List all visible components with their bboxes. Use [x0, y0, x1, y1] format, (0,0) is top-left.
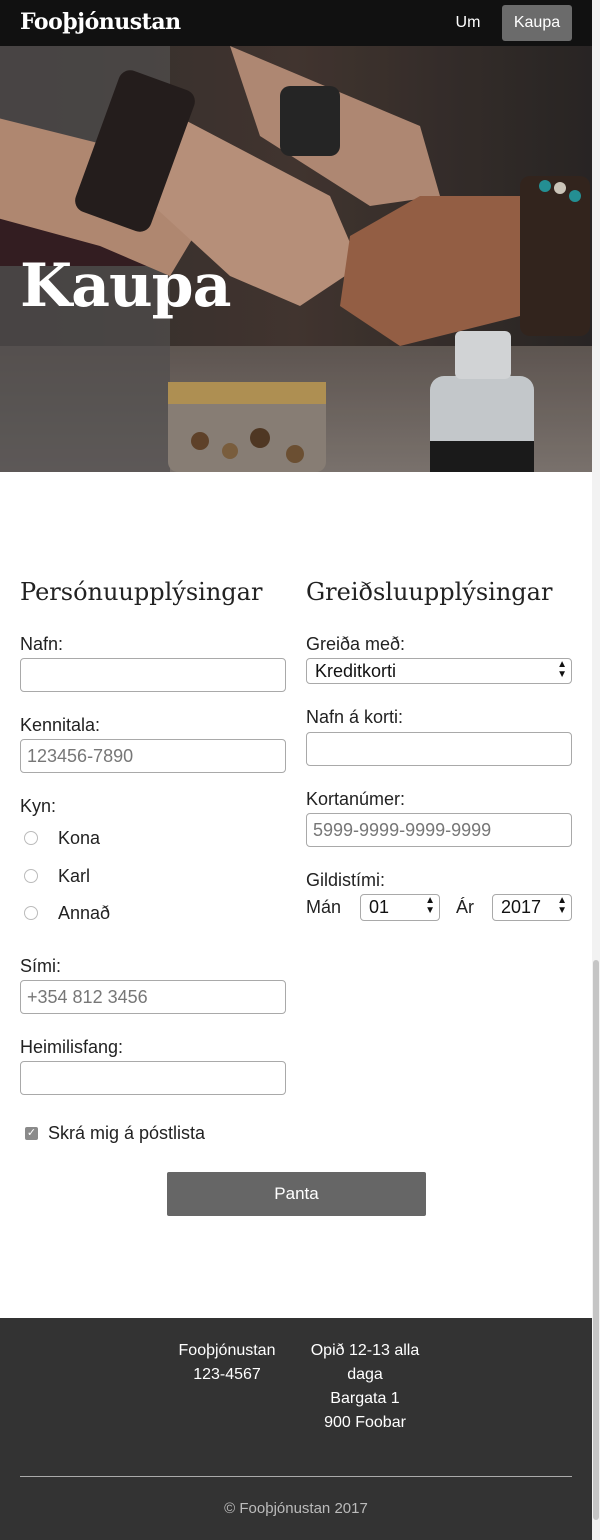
payment-method-select[interactable]: Kreditkorti ▲ ▼ [306, 658, 572, 684]
card-name-input[interactable] [306, 732, 572, 766]
gender-option-label: Kona [58, 828, 101, 848]
footer-divider [20, 1476, 572, 1477]
name-label: Nafn: [20, 634, 64, 654]
brand-logo[interactable]: Fooþjónustan [20, 9, 181, 35]
nav-link-kaupa[interactable]: Kaupa [502, 5, 572, 41]
footer-company: Fooþjónustan [178, 1342, 276, 1359]
month-select[interactable]: 01 ▲ ▼ [360, 894, 440, 921]
page: Fooþjónustan Um Kaupa Kaupa Persónuupplý… [0, 0, 592, 1540]
footer: Fooþjónustan 123-4567 Opið 12-13 alla da… [0, 1318, 592, 1540]
scrollbar[interactable] [592, 0, 600, 1540]
card-name-label: Nafn á korti: [306, 707, 404, 727]
scrollbar-thumb[interactable] [593, 960, 599, 1520]
kennitala-label: Kennitala: [20, 715, 101, 735]
year-label: Ár [456, 897, 474, 917]
hero-banner: Kaupa [0, 46, 592, 472]
name-input[interactable] [20, 658, 286, 692]
footer-info: Opið 12-13 alla daga Bargata 1 900 Fooba… [300, 1339, 430, 1435]
gender-radio-annad[interactable] [24, 906, 38, 920]
page-title: Kaupa [20, 251, 231, 321]
footer-hours: Opið 12-13 alla [310, 1342, 420, 1359]
payment-method-value: Kreditkorti [315, 661, 397, 681]
kennitala-input[interactable] [20, 739, 286, 773]
phone-input[interactable] [20, 980, 286, 1014]
select-arrows-icon: ▲ ▼ [557, 895, 567, 916]
card-number-label: Kortanúmer: [306, 789, 406, 809]
address-label: Heimilisfang: [20, 1037, 124, 1057]
order-button[interactable]: Panta [167, 1172, 426, 1216]
gender-radio-karl[interactable] [24, 869, 38, 883]
payment-method-label: Greiða með: [306, 634, 406, 654]
phone-label: Sími: [20, 956, 62, 976]
year-value: 2017 [501, 897, 542, 917]
gender-option-label: Karl [58, 866, 91, 886]
address-input[interactable] [20, 1061, 286, 1095]
footer-contact: Fooþjónustan 123-4567 [168, 1339, 286, 1387]
expiry-label: Gildistími: [306, 870, 386, 890]
footer-city: 900 Foobar [324, 1414, 406, 1431]
personal-info-heading: Persónuupplýsingar [20, 578, 263, 606]
month-value: 01 [369, 897, 390, 917]
gender-option-label: Annað [58, 903, 111, 923]
newsletter-checkbox[interactable]: ✓ [25, 1127, 38, 1140]
navbar: Fooþjónustan Um Kaupa [0, 0, 592, 46]
month-label: Mán [306, 897, 342, 917]
nav-link-um[interactable]: Um [444, 5, 492, 41]
gender-radio-kona[interactable] [24, 831, 38, 845]
year-select[interactable]: 2017 ▲ ▼ [492, 894, 572, 921]
select-arrows-icon: ▲ ▼ [557, 659, 567, 680]
payment-info-heading: Greiðsluupplýsingar [306, 578, 553, 606]
footer-copyright: © Fooþjónustan 2017 [224, 1500, 368, 1517]
gender-label: Kyn: [20, 796, 57, 816]
select-arrows-icon: ▲ ▼ [425, 895, 435, 916]
footer-street: Bargata 1 [330, 1390, 400, 1407]
newsletter-label: Skrá mig á póstlista [48, 1123, 206, 1143]
footer-hours-cont: daga [347, 1366, 383, 1383]
footer-phone[interactable]: 123-4567 [168, 1363, 286, 1387]
card-number-input[interactable] [306, 813, 572, 847]
